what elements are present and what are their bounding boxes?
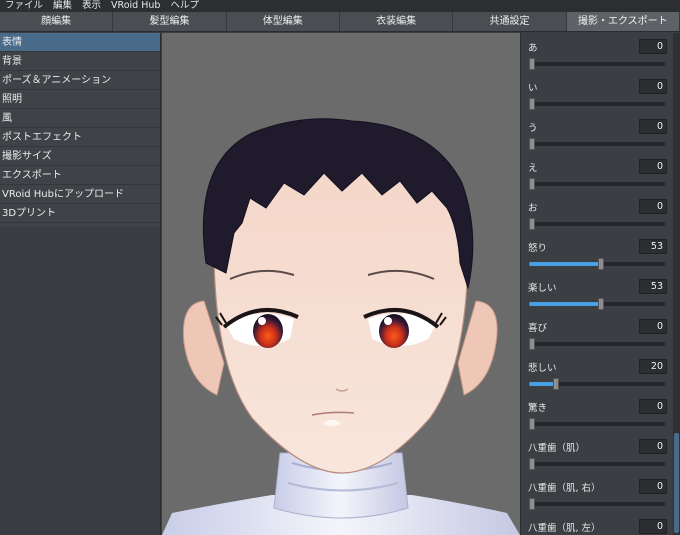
expression-label: え bbox=[528, 163, 538, 174]
expression-slider[interactable] bbox=[529, 98, 665, 110]
expression-slider[interactable] bbox=[529, 218, 665, 230]
expression-value-field[interactable]: 0 bbox=[639, 199, 667, 214]
tab-3[interactable]: 衣装編集 bbox=[340, 12, 454, 31]
expression-label: い bbox=[528, 83, 538, 94]
menu-item[interactable]: ヘルプ bbox=[165, 0, 204, 12]
expression-label: 喜び bbox=[528, 323, 548, 334]
tab-1[interactable]: 髪型編集 bbox=[113, 12, 227, 31]
expression-value-field[interactable]: 0 bbox=[639, 439, 667, 454]
expression-value-field[interactable]: 20 bbox=[639, 359, 667, 374]
expression-scrollbar[interactable] bbox=[673, 33, 680, 535]
sidebar-item[interactable]: 表情 bbox=[0, 33, 160, 52]
expression-label: 八重歯（肌, 左） bbox=[528, 523, 601, 534]
expression-row: 八重歯（肌） 0 bbox=[521, 435, 673, 475]
expression-slider[interactable] bbox=[529, 258, 665, 270]
3d-viewport[interactable] bbox=[162, 33, 520, 535]
expression-label: 悲しい bbox=[528, 363, 557, 374]
slider-thumb[interactable] bbox=[529, 178, 535, 190]
expression-row: い0 bbox=[521, 75, 673, 115]
expression-label: お bbox=[528, 203, 538, 214]
slider-thumb[interactable] bbox=[529, 458, 535, 470]
expression-slider[interactable] bbox=[529, 58, 665, 70]
expression-value-field[interactable]: 0 bbox=[639, 319, 667, 334]
slider-fill bbox=[529, 262, 602, 266]
tab-bar: 顔編集 髪型編集 体型編集 衣装編集 共通設定 撮影・エクスポート bbox=[0, 12, 680, 32]
expression-value-field[interactable]: 0 bbox=[639, 519, 667, 534]
menu-item[interactable]: 編集 bbox=[48, 0, 77, 12]
expression-value-field[interactable]: 53 bbox=[639, 279, 667, 294]
expression-slider[interactable] bbox=[529, 298, 665, 310]
tab-2[interactable]: 体型編集 bbox=[227, 12, 340, 31]
slider-thumb[interactable] bbox=[553, 378, 560, 390]
expression-row: 怒り 53 bbox=[521, 235, 673, 275]
slider-thumb[interactable] bbox=[529, 98, 535, 110]
expression-value-field[interactable]: 0 bbox=[639, 79, 667, 94]
expression-label: 楽しい bbox=[528, 283, 557, 294]
expression-slider[interactable] bbox=[529, 338, 665, 350]
expression-row: 喜び 0 bbox=[521, 315, 673, 355]
expression-value-field[interactable]: 0 bbox=[639, 119, 667, 134]
sidebar-item[interactable]: 3Dプリント bbox=[0, 204, 160, 223]
slider-thumb[interactable] bbox=[529, 498, 535, 510]
slider-thumb[interactable] bbox=[529, 58, 535, 70]
slider-thumb[interactable] bbox=[529, 338, 535, 350]
character-preview bbox=[162, 118, 520, 535]
slider-fill bbox=[529, 382, 557, 386]
sidebar-item[interactable]: 背景 bbox=[0, 52, 160, 71]
expression-slider[interactable] bbox=[529, 178, 665, 190]
sidebar-item[interactable]: VRoid Hubにアップロード bbox=[0, 185, 160, 204]
expression-row: う0 bbox=[521, 115, 673, 155]
expression-row: 八重歯（肌, 左） 0 bbox=[521, 515, 673, 535]
slider-thumb[interactable] bbox=[529, 138, 535, 150]
tab-5[interactable]: 撮影・エクスポート bbox=[566, 12, 680, 31]
expression-label: あ bbox=[528, 43, 538, 54]
expression-panel: あ 0 い 0 う 0 え 0 お 0 怒り 53 楽しい 53 喜び 0 悲しい 20 驚き 0 八重歯（肌） 0 八重歯… bbox=[520, 33, 680, 535]
expression-slider[interactable] bbox=[529, 378, 665, 390]
expression-label: 八重歯（肌, 右） bbox=[528, 483, 601, 494]
expression-slider[interactable] bbox=[529, 498, 665, 510]
slider-thumb[interactable] bbox=[598, 258, 605, 270]
tab-4[interactable]: 共通設定 bbox=[453, 12, 567, 31]
menu-item[interactable]: ファイル bbox=[0, 0, 48, 12]
tab-0[interactable]: 顔編集 bbox=[0, 12, 114, 31]
sidebar-item[interactable]: 撮影サイズ bbox=[0, 147, 160, 166]
sidebar-item[interactable]: ポストエフェクト bbox=[0, 128, 160, 147]
expression-row: 悲しい 20 bbox=[521, 355, 673, 395]
slider-thumb[interactable] bbox=[529, 418, 535, 430]
sidebar-item[interactable]: 風 bbox=[0, 109, 160, 128]
menu-item[interactable]: VRoid Hub bbox=[106, 0, 165, 12]
expression-value-field[interactable]: 53 bbox=[639, 239, 667, 254]
expression-row: あ0 bbox=[521, 35, 673, 75]
expression-row: お0 bbox=[521, 195, 673, 235]
menu-bar: ファイル 編集 表示 VRoid Hub ヘルプ bbox=[0, 0, 680, 12]
expression-row: 楽しい 53 bbox=[521, 275, 673, 315]
sidebar-item[interactable]: ポーズ＆アニメーション bbox=[0, 71, 160, 90]
expression-value-field[interactable]: 0 bbox=[639, 39, 667, 54]
menu-item[interactable]: 表示 bbox=[77, 0, 106, 12]
sidebar-item[interactable]: 照明 bbox=[0, 90, 160, 109]
sidebar-item[interactable]: エクスポート bbox=[0, 166, 160, 185]
expression-row: え0 bbox=[521, 155, 673, 195]
slider-thumb[interactable] bbox=[598, 298, 605, 310]
expression-slider[interactable] bbox=[529, 458, 665, 470]
expression-label: う bbox=[528, 123, 538, 134]
scrollbar-thumb[interactable] bbox=[674, 433, 679, 533]
expression-value-field[interactable]: 0 bbox=[639, 399, 667, 414]
expression-label: 驚き bbox=[528, 403, 548, 414]
expression-label: 怒り bbox=[528, 243, 548, 254]
left-sidebar: 表情 背景 ポーズ＆アニメーション 照明風ポストエフェクト 撮影サイズ エクスポート VRo… bbox=[0, 33, 161, 535]
slider-thumb[interactable] bbox=[529, 218, 535, 230]
slider-fill bbox=[529, 302, 602, 306]
expression-label: 八重歯（肌） bbox=[528, 443, 586, 454]
expression-row: 八重歯（肌, 右） 0 bbox=[521, 475, 673, 515]
expression-value-field[interactable]: 0 bbox=[639, 159, 667, 174]
expression-value-field[interactable]: 0 bbox=[639, 479, 667, 494]
expression-slider[interactable] bbox=[529, 418, 665, 430]
expression-row: 驚き 0 bbox=[521, 395, 673, 435]
expression-slider[interactable] bbox=[529, 138, 665, 150]
category-list: 表情 背景 ポーズ＆アニメーション 照明風ポストエフェクト 撮影サイズ エクスポート VRo… bbox=[0, 33, 160, 227]
